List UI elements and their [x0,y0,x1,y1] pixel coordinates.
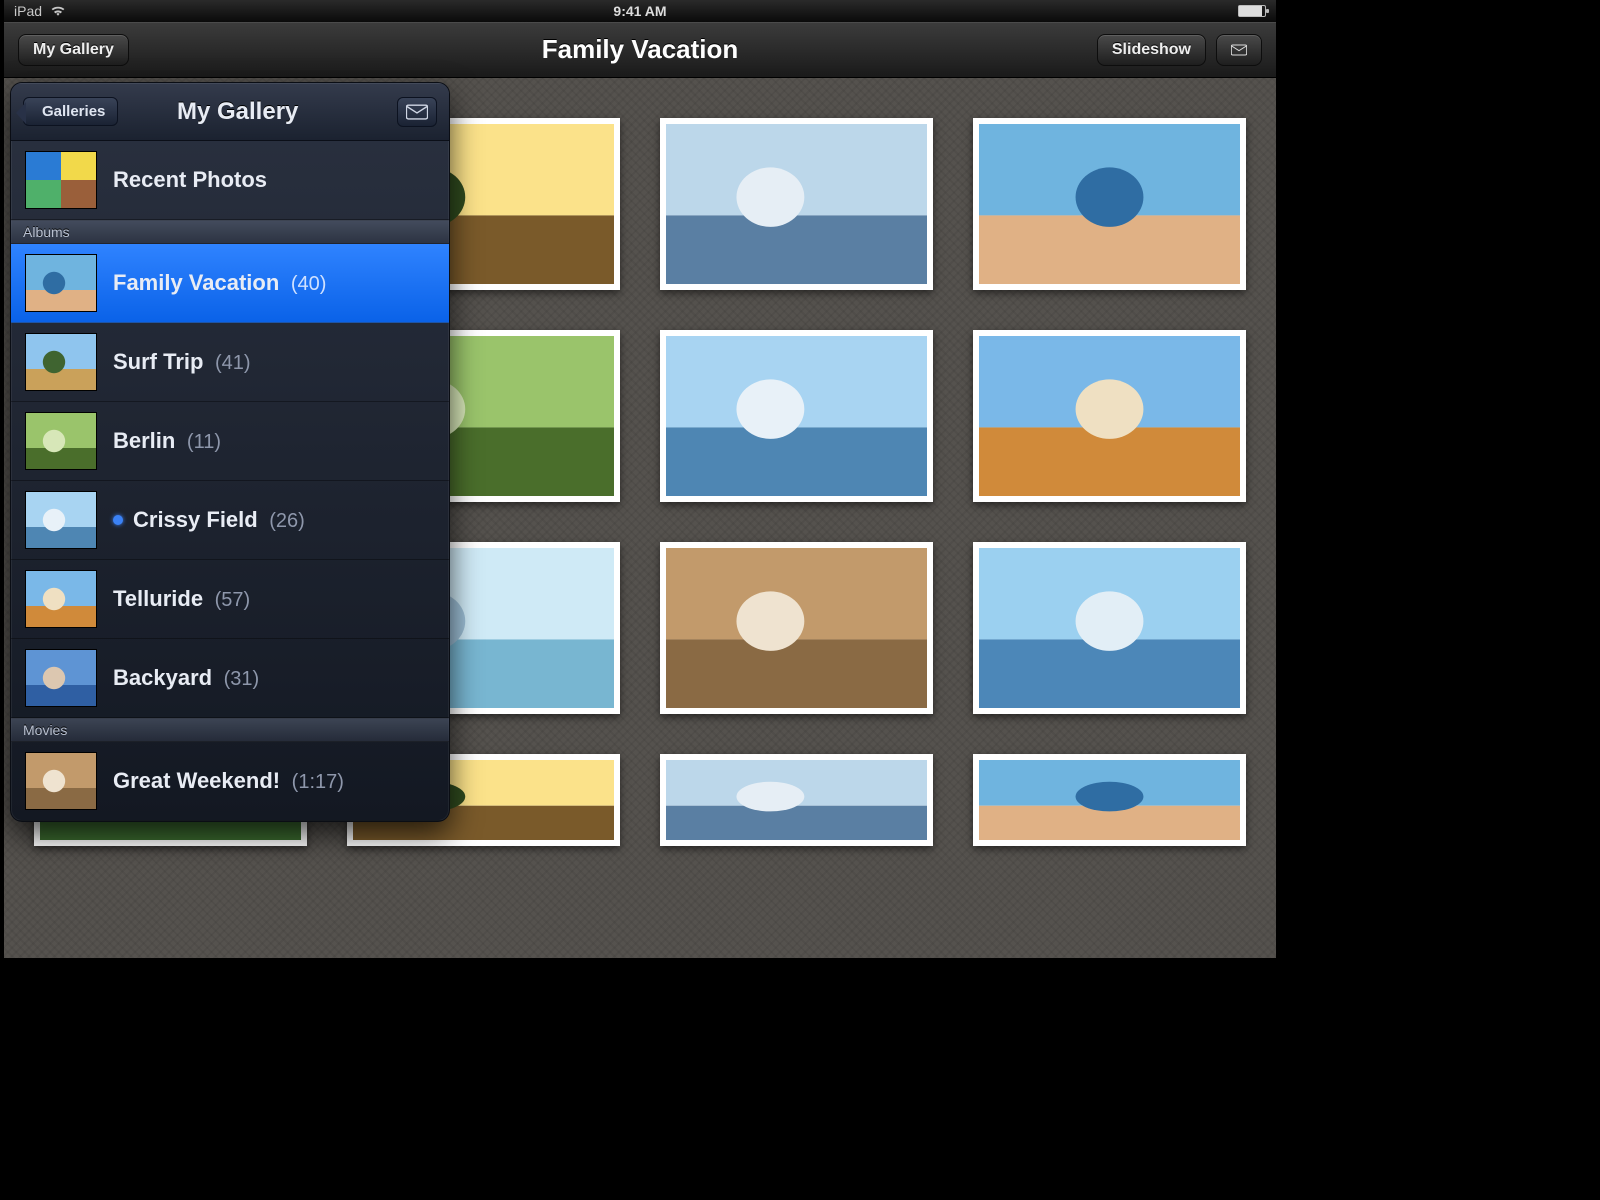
photo-thumb[interactable] [660,118,933,290]
photo-thumb[interactable] [973,118,1246,290]
sidebar-item-great-weekend-[interactable]: Great Weekend! (1:17) [11,742,449,821]
photo-thumb[interactable] [660,330,933,502]
sidebar-item-label: Telluride (57) [113,586,250,612]
page-title: Family Vacation [4,34,1276,65]
sidebar-item-crissy-field[interactable]: Crissy Field (26) [11,481,449,560]
sidebar-item-label: Berlin (11) [113,428,221,454]
sidebar-item-label: Surf Trip (41) [113,349,251,375]
sidebar-item-label: Crissy Field (26) [133,507,305,533]
mail-icon [1231,42,1247,58]
album-thumb [25,254,97,312]
battery-icon [1238,5,1266,17]
album-thumb [25,333,97,391]
photo-thumb[interactable] [973,330,1246,502]
sidebar-item-count: (57) [209,589,250,611]
movie-thumb [25,752,97,810]
album-thumb [25,412,97,470]
popover-title: My Gallery [78,98,397,126]
unread-dot-icon [113,515,123,525]
back-button[interactable]: My Gallery [18,34,129,66]
popover-mail-button[interactable] [397,97,437,127]
photo-thumb[interactable] [973,754,1246,846]
clock: 9:41 AM [4,3,1276,19]
status-bar: iPad 9:41 AM [4,0,1276,22]
sidebar-item-count: (40) [285,273,326,295]
popover-back-button[interactable]: Galleries [23,97,118,126]
photo-thumb[interactable] [973,542,1246,714]
photo-thumb[interactable] [660,754,933,846]
sidebar-item-count: (41) [209,352,250,374]
section-header-movies: Movies [11,718,449,742]
album-thumb [25,151,97,209]
sidebar-item-backyard[interactable]: Backyard (31) [11,639,449,718]
sidebar-item-surf-trip[interactable]: Surf Trip (41) [11,323,449,402]
sidebar-item-label: Recent Photos [113,167,267,193]
sidebar-item-count: (31) [218,668,259,690]
sidebar-item-telluride[interactable]: Telluride (57) [11,560,449,639]
sidebar-item-family-vacation[interactable]: Family Vacation (40) [11,244,449,323]
album-thumb [25,649,97,707]
slideshow-button[interactable]: Slideshow [1097,34,1206,66]
sidebar-item-label: Family Vacation (40) [113,270,326,296]
gallery-popover: Galleries My Gallery Recent Photos Album… [10,82,450,822]
sidebar-item-label: Great Weekend! (1:17) [113,768,344,794]
album-thumb [25,491,97,549]
album-thumb [25,570,97,628]
photo-thumb[interactable] [660,542,933,714]
sidebar-item-count: (1:17) [286,771,344,793]
sidebar-item-count: (11) [181,431,221,453]
share-mail-button[interactable] [1216,34,1262,66]
sidebar-item-count: (26) [264,510,305,532]
mail-icon [406,104,428,120]
sidebar-item-recent-photos[interactable]: Recent Photos [11,141,449,220]
section-header-albums: Albums [11,220,449,244]
sidebar-item-berlin[interactable]: Berlin (11) [11,402,449,481]
nav-bar: My Gallery Family Vacation Slideshow [4,22,1276,78]
sidebar-item-label: Backyard (31) [113,665,259,691]
